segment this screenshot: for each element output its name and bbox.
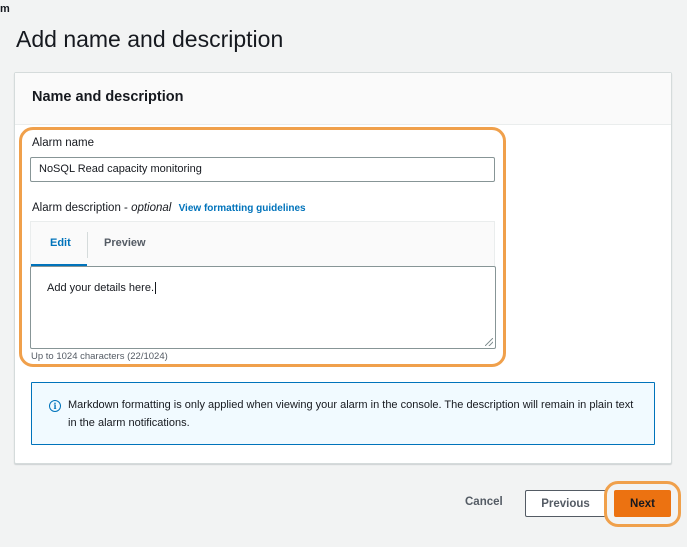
previous-button[interactable]: Previous [525,490,606,517]
tab-edit[interactable]: Edit [50,237,71,249]
cancel-button[interactable]: Cancel [465,496,503,508]
next-button[interactable]: Next [614,490,671,517]
description-value: Add your details here. [47,282,155,294]
panel-header: Name and description [15,73,671,125]
optional-tag: optional [131,202,172,214]
tab-divider [87,232,88,258]
info-alert: i Markdown formatting is only applied wh… [31,382,655,445]
character-counter: Up to 1024 characters (22/1024) [31,351,168,362]
alarm-description-label: Alarm description - optional View format… [32,202,306,214]
panel-title: Name and description [32,89,184,105]
text-caret [155,282,157,295]
info-text: Markdown formatting is only applied when… [68,399,634,429]
alarm-description-textarea[interactable]: Add your details here. [30,266,496,349]
formatting-guidelines-link[interactable]: View formatting guidelines [179,203,306,214]
breadcrumb: m [0,3,10,15]
description-text: Add your details here. [47,282,157,295]
page-title: Add name and description [16,26,284,52]
description-tabs: Edit Preview [30,221,495,267]
tab-preview[interactable]: Preview [104,237,146,249]
info-icon: i [49,400,61,412]
alarm-name-input[interactable]: NoSQL Read capacity monitoring [30,157,495,182]
alarm-name-label: Alarm name [32,137,94,149]
description-label-text: Alarm description - [32,202,132,214]
resize-handle-icon[interactable] [485,338,493,346]
